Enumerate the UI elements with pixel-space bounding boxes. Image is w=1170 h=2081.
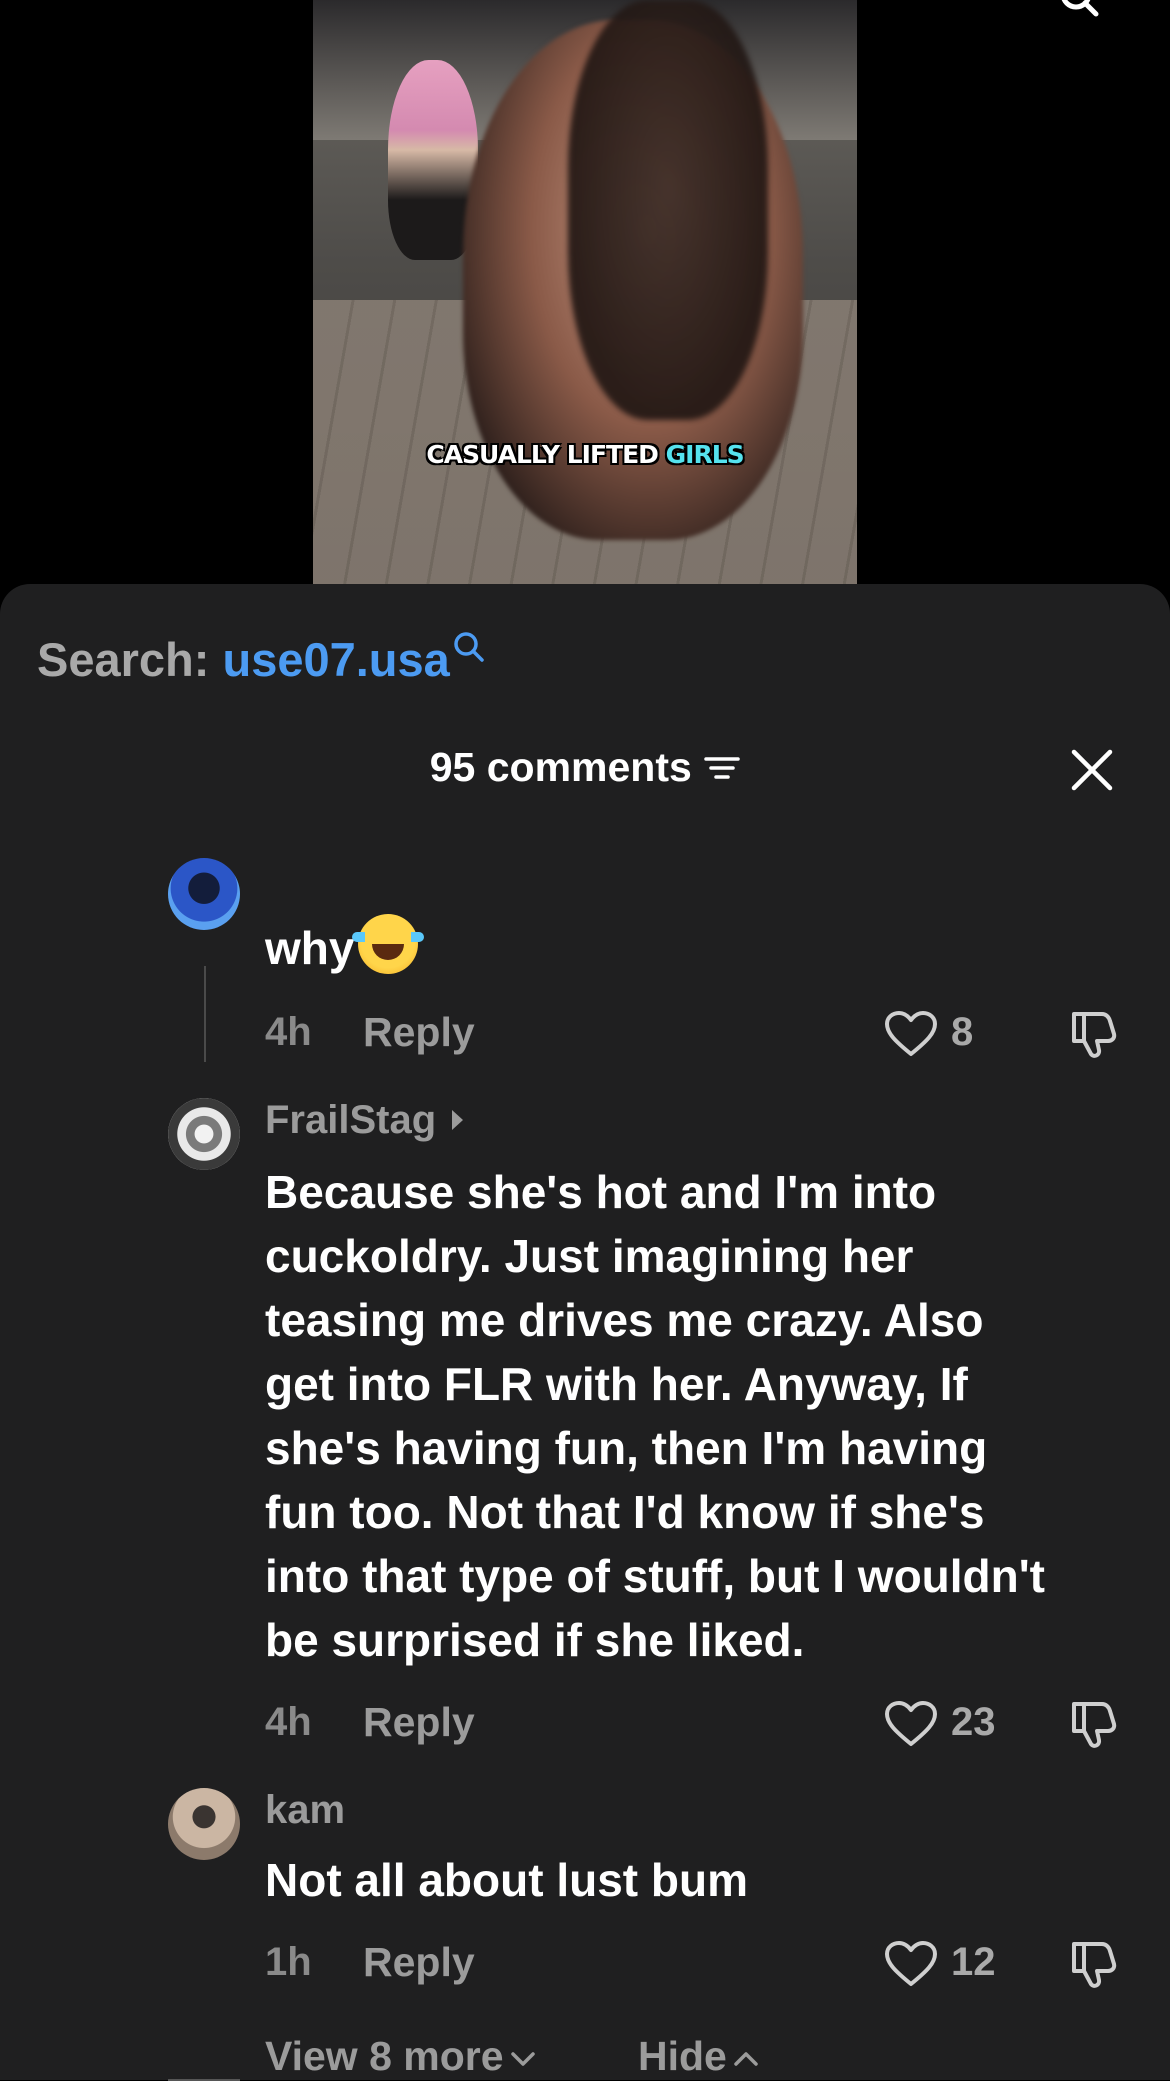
comment-username[interactable]: kam — [265, 1788, 345, 1833]
dislike-icon[interactable] — [1066, 1938, 1118, 1990]
hide-label[interactable]: Hide — [638, 2033, 727, 2079]
avatar[interactable] — [168, 1788, 240, 1860]
hide-replies-button[interactable]: Hide — [638, 2033, 759, 2080]
search-label: Search: — [37, 633, 210, 686]
comment-line: Because she's hot and I'm into — [265, 1166, 937, 1218]
heart-icon[interactable] — [884, 1940, 938, 1988]
search-icon — [454, 632, 484, 662]
comment-line: into that type of stuff, but I wouldn't — [265, 1550, 1046, 1602]
comment-text: why — [265, 914, 425, 980]
comment-username[interactable]: FrailStag — [265, 1098, 464, 1143]
comment-line: get into FLR with her. Anyway, If — [265, 1358, 968, 1410]
avatar[interactable] — [168, 858, 240, 930]
comment-text-content: why — [265, 922, 355, 974]
avatar[interactable] — [168, 1098, 240, 1170]
comments-count: 95 comments — [429, 744, 692, 790]
comment-time: 4h — [265, 1700, 312, 1744]
laughing-emoji-icon — [352, 914, 425, 974]
sort-icon[interactable] — [704, 753, 740, 783]
comment-text: Because she's hot and I'm into cuckoldry… — [265, 1160, 1045, 1672]
reply-button[interactable]: Reply — [363, 1699, 475, 1746]
like-count: 8 — [951, 1010, 974, 1054]
caret-right-icon — [452, 1110, 464, 1131]
comment-time: 1h — [265, 1940, 312, 1984]
search-term[interactable]: use07.usa — [222, 633, 449, 686]
video-caption: CASUALLY LIFTED GIRLS — [313, 440, 857, 469]
close-icon[interactable] — [1070, 748, 1114, 792]
comment-line: fun too. Not that I'd know if she's — [265, 1486, 985, 1538]
thread-line — [204, 966, 206, 1062]
comments-sheet: Search: use07.usa 95 comments why 4h Rep… — [0, 584, 1170, 2081]
reply-button[interactable]: Reply — [363, 1939, 475, 1986]
username-text[interactable]: FrailStag — [265, 1098, 436, 1142]
comment-time: 4h — [265, 1010, 312, 1054]
chevron-down-icon — [510, 2052, 535, 2066]
chevron-up-icon — [734, 2052, 758, 2066]
like-count: 12 — [951, 1940, 996, 1984]
comment-line: be surprised if she liked. — [265, 1614, 805, 1666]
comment-line: she's having fun, then I'm having — [265, 1422, 988, 1474]
view-more-label[interactable]: View 8 more — [265, 2033, 504, 2079]
view-more-replies-button[interactable]: View 8 more — [265, 2033, 536, 2080]
comment-line: cuckoldry. Just imagining her — [265, 1230, 914, 1282]
video-player[interactable]: CASUALLY LIFTED GIRLS — [0, 0, 1170, 584]
dislike-icon[interactable] — [1066, 1008, 1118, 1060]
video-caption-highlight: GIRLS — [665, 440, 745, 469]
search-icon[interactable] — [1060, 0, 1100, 18]
dislike-icon[interactable] — [1066, 1698, 1118, 1750]
video-frame[interactable]: CASUALLY LIFTED GIRLS — [313, 0, 857, 584]
comment-line: teasing me drives me crazy. Also — [265, 1294, 984, 1346]
like-count: 23 — [951, 1700, 996, 1744]
heart-icon[interactable] — [884, 1700, 938, 1748]
heart-icon[interactable] — [884, 1010, 938, 1058]
video-figure-hair — [568, 0, 768, 420]
search-suggestion[interactable]: Search: use07.usa — [37, 632, 486, 687]
comment-text: Not all about lust bum — [265, 1854, 748, 1906]
reply-button[interactable]: Reply — [363, 1009, 475, 1056]
video-caption-text: CASUALLY LIFTED — [426, 440, 659, 469]
comments-header: 95 comments — [0, 744, 1170, 804]
